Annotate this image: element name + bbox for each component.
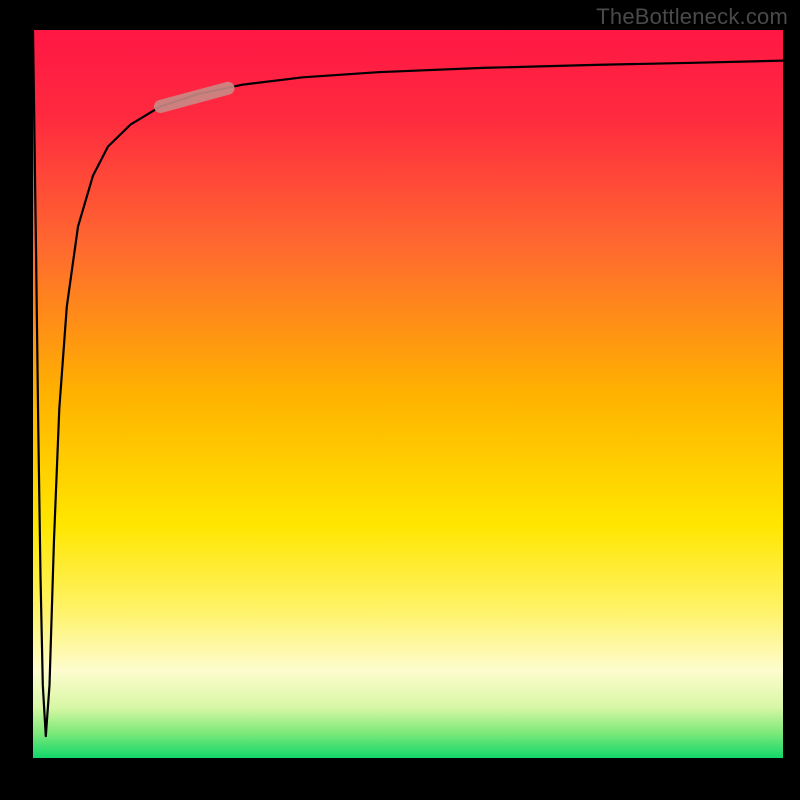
plot-background (33, 30, 783, 758)
chart-container: TheBottleneck.com (0, 0, 800, 800)
bottleneck-chart (0, 0, 800, 800)
watermark-text: TheBottleneck.com (596, 4, 788, 30)
